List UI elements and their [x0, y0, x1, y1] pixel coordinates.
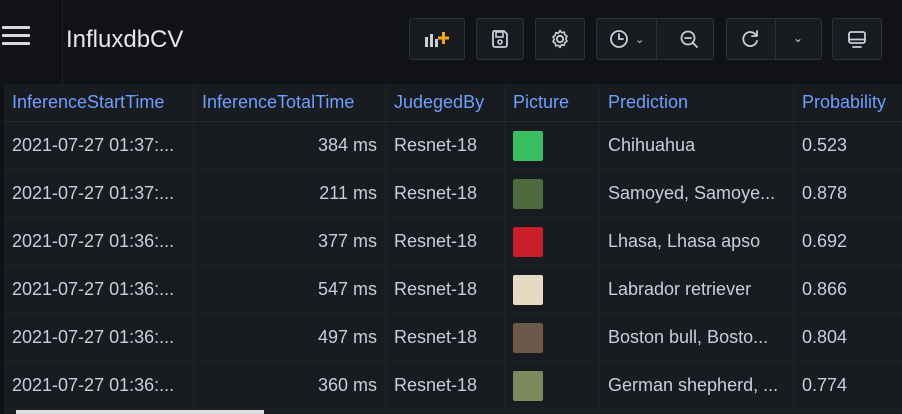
dog-thumbnail-image[interactable] [513, 130, 543, 161]
save-icon [492, 30, 508, 48]
table-row: 2021-07-27 01:36:... 377 ms Resnet-18 Lhasa… [4, 218, 902, 266]
judged-cell: Resnet-18 [386, 170, 505, 217]
judged-cell: Resnet-18 [386, 362, 505, 409]
probability-cell: 0.878 [802, 183, 848, 203]
judged-cell: Resnet-18 [386, 218, 505, 265]
total-cell: 384 ms [194, 122, 386, 169]
start-cell: 2021-07-27 01:36:... [4, 266, 194, 313]
dashboard-settings-button[interactable] [535, 18, 585, 60]
probability-cell: 0.866 [802, 279, 848, 299]
total-cell: 497 ms [194, 314, 386, 361]
dog-thumbnail-image[interactable] [513, 226, 543, 257]
zoom-out-icon[interactable] [679, 29, 699, 49]
total-cell: 211 ms [194, 170, 386, 217]
start-cell: 2021-07-27 01:37:... [4, 170, 194, 217]
prediction-cell: Labrador retriever [600, 266, 794, 313]
dog-thumbnail-image[interactable] [513, 322, 543, 353]
probability-cell: 0.523 [802, 135, 848, 155]
chevron-down-icon: ⌄ [635, 33, 645, 46]
prediction-cell: Boston bull, Bosto... [600, 314, 794, 361]
picture-cell [505, 170, 600, 217]
prediction-cell: Chihuahua [600, 122, 794, 169]
add-panel-icon [425, 32, 449, 47]
dog-thumbnail-image[interactable] [513, 178, 543, 209]
picture-cell [505, 266, 600, 313]
settings-icon [552, 29, 568, 49]
column-header[interactable]: Probability [794, 84, 902, 121]
dashboard-navbar: InfluxdbCV ⌄ ⌄ [0, 0, 902, 84]
picture-cell [505, 314, 600, 361]
dog-thumbnail-image[interactable] [513, 370, 543, 401]
table-row: 2021-07-27 01:36:... 547 ms Resnet-18 Labra… [4, 266, 902, 314]
start-cell: 2021-07-27 01:36:... [4, 314, 194, 361]
navbar-divider [62, 0, 63, 84]
time-picker-button[interactable]: ⌄ [596, 18, 714, 60]
prediction-cell: German shepherd, ... [600, 362, 794, 409]
tv-mode-icon [848, 31, 866, 48]
total-cell: 377 ms [194, 218, 386, 265]
probability-cell: 0.774 [802, 375, 848, 395]
table-row: 2021-07-27 01:36:... 360 ms Resnet-18 Germa… [4, 362, 902, 410]
table-row: 2021-07-27 01:37:... 384 ms Resnet-18 Chihu… [4, 122, 902, 170]
save-dashboard-button[interactable] [476, 18, 524, 60]
column-header[interactable]: Prediction [600, 84, 794, 121]
judged-cell: Resnet-18 [386, 314, 505, 361]
total-cell: 547 ms [194, 266, 386, 313]
column-header[interactable]: JudegedBy [386, 84, 505, 121]
table-row: 2021-07-27 01:37:... 211 ms Resnet-18 Samoy… [4, 170, 902, 218]
prediction-cell: Samoyed, Samoye... [600, 170, 794, 217]
picture-cell [505, 362, 600, 409]
picture-cell [505, 218, 600, 265]
clock-icon [610, 30, 628, 48]
judged-cell: Resnet-18 [386, 266, 505, 313]
total-cell: 360 ms [194, 362, 386, 409]
refresh-button[interactable]: ⌄ [726, 18, 822, 60]
start-cell: 2021-07-27 01:36:... [4, 362, 194, 409]
judged-cell: Resnet-18 [386, 122, 505, 169]
start-cell: 2021-07-27 01:37:... [4, 122, 194, 169]
picture-cell [505, 122, 600, 169]
prediction-cell: Lhasa, Lhasa apso [600, 218, 794, 265]
column-header[interactable]: InferenceStartTime [4, 84, 194, 121]
refresh-icon [742, 30, 758, 47]
column-header[interactable]: Picture [505, 84, 600, 121]
start-cell: 2021-07-27 01:36:... [4, 218, 194, 265]
probability-cell: 0.692 [802, 231, 848, 251]
menu-icon[interactable] [2, 26, 30, 45]
refresh-interval-chevron-icon[interactable]: ⌄ [793, 31, 803, 45]
table-row: 2021-07-27 01:36:... 497 ms Resnet-18 Bosto… [4, 314, 902, 362]
inference-table: InferenceStartTime InferenceTotalTime Ju… [4, 84, 902, 414]
horizontal-scrollbar[interactable] [16, 410, 264, 414]
tv-mode-button[interactable] [832, 18, 882, 60]
probability-cell: 0.804 [802, 327, 848, 347]
column-header[interactable]: InferenceTotalTime [194, 84, 386, 121]
dashboard-title[interactable]: InfluxdbCV [66, 26, 183, 54]
dog-thumbnail-image[interactable] [513, 274, 543, 305]
table-header-row: InferenceStartTime InferenceTotalTime Ju… [4, 84, 902, 122]
add-panel-button[interactable] [409, 18, 465, 60]
